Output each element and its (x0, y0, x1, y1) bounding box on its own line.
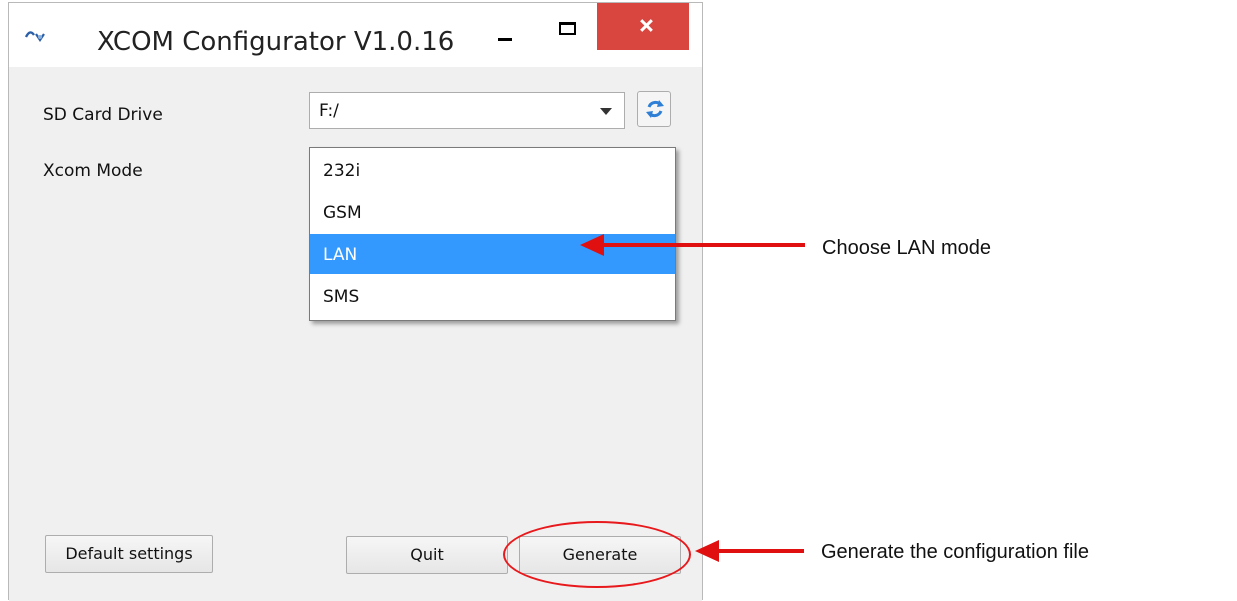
app-window: XCOM Configurator V1.0.16 SD Card Drive … (8, 2, 703, 601)
sd-card-drive-value: F:/ (319, 101, 339, 121)
mode-option-sms[interactable]: SMS (310, 276, 675, 316)
xcom-mode-dropdown-list[interactable]: 232i GSM LAN SMS (309, 147, 676, 321)
default-settings-button[interactable]: Default settings (45, 535, 213, 573)
app-logo-icon (23, 25, 53, 45)
xcom-mode-label: Xcom Mode (43, 161, 143, 181)
window-title: XCOM Configurator V1.0.16 (97, 27, 455, 57)
mode-option-232i[interactable]: 232i (310, 150, 675, 190)
client-area: SD Card Drive F:/ Xcom Mode 232i GSM LAN… (9, 67, 702, 601)
maximize-icon[interactable] (541, 3, 587, 47)
sd-card-drive-select[interactable]: F:/ (309, 92, 625, 129)
generate-highlight-ellipse (503, 521, 691, 588)
refresh-icon (646, 100, 664, 118)
close-icon[interactable] (597, 3, 689, 50)
chevron-down-icon (600, 108, 612, 115)
mode-option-gsm[interactable]: GSM (310, 192, 675, 232)
arrow-choose-mode (600, 243, 805, 247)
minimize-icon[interactable] (483, 3, 529, 47)
sd-card-drive-label: SD Card Drive (43, 105, 163, 125)
mode-option-lan[interactable]: LAN (310, 234, 675, 274)
title-bar[interactable]: XCOM Configurator V1.0.16 (9, 3, 702, 67)
arrow-generate (716, 549, 804, 553)
quit-button[interactable]: Quit (346, 536, 508, 574)
annotation-choose-mode: Choose LAN mode (822, 237, 991, 259)
refresh-button[interactable] (637, 91, 671, 127)
annotation-generate-file: Generate the configuration file (821, 541, 1089, 563)
